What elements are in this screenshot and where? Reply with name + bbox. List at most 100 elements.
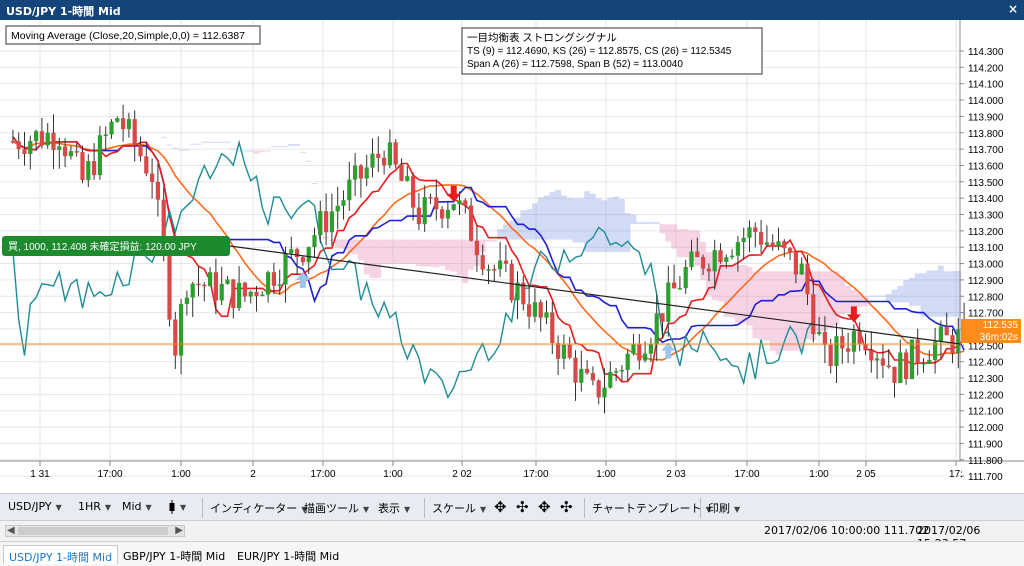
bear-candle — [324, 211, 329, 233]
bull-candle — [260, 294, 265, 297]
scroll-right-icon[interactable]: ▶ — [175, 525, 183, 536]
expand-horizontal-icon[interactable]: ✥ — [494, 498, 507, 516]
bear-candle — [503, 260, 508, 264]
bear-candle — [16, 141, 21, 150]
bear-candle — [39, 131, 44, 146]
cloud-segment — [456, 239, 463, 276]
cloud-segment — [276, 145, 283, 147]
ichimoku-info-box[interactable]: 一目均衡表 ストロングシグナル TS (9) = 112.4690, KS (2… — [461, 27, 763, 75]
time-tick-label: 2 03 — [666, 469, 686, 480]
bull-candle — [875, 358, 880, 361]
drawing-tools-menu[interactable]: 描画ツール ▼ — [304, 500, 369, 516]
price-tick-label: 112.100 — [968, 407, 1004, 418]
bull-candle — [347, 179, 352, 201]
bull-candle — [179, 304, 184, 356]
price-tick-label: 112.200 — [968, 390, 1004, 401]
cloud-segment — [439, 239, 445, 267]
time-tick-label: 2 02 — [452, 469, 472, 480]
bear-candle — [706, 268, 711, 272]
cloud-segment — [207, 141, 213, 143]
bear-candle — [399, 164, 404, 181]
bear-candle — [300, 257, 305, 263]
bear-candle — [915, 339, 920, 364]
chevron-down-icon: ▼ — [180, 503, 187, 512]
bear-candle — [718, 250, 723, 262]
scale-menu[interactable]: スケール ▼ — [432, 500, 486, 516]
bear-candle — [440, 209, 445, 219]
price-type-dropdown[interactable]: Mid ▼ — [122, 500, 152, 513]
scroll-thumb[interactable] — [18, 527, 168, 535]
bull-candle — [225, 279, 230, 284]
cloud-segment — [793, 271, 799, 351]
chart-template-menu[interactable]: チャートテンプレート ▼ — [592, 500, 712, 516]
compress-vertical-icon[interactable]: ✣ — [560, 498, 573, 516]
tab-eurjpy[interactable]: EUR/JPY 1-時間 Mid — [232, 545, 344, 564]
timeframe-label: 1HR — [78, 500, 101, 513]
chevron-down-icon: ▼ — [480, 505, 487, 514]
cloud-segment — [590, 193, 596, 252]
indicator-info-box[interactable]: Moving Average (Close,20,Simple,0,0) = 1… — [5, 25, 261, 45]
cloud-segment — [398, 239, 405, 265]
price-tick-label: 113.900 — [968, 112, 1004, 123]
scroll-left-icon[interactable]: ◀ — [7, 525, 15, 536]
indicators-menu[interactable]: インディケーター ▼ — [210, 500, 307, 516]
bear-candle — [590, 373, 595, 381]
bull-candle — [602, 387, 607, 398]
symbol-dropdown[interactable]: USD/JPY ▼ — [8, 500, 62, 513]
bear-candle — [254, 291, 259, 297]
ichimoku-line2: Span A (26) = 112.7598, Span B (52) = 11… — [467, 59, 683, 70]
cloud-segment — [416, 239, 422, 266]
bull-candle — [34, 131, 39, 142]
cloud-segment — [334, 239, 341, 248]
ichimoku-line1: TS (9) = 112.4690, KS (26) = 112.8575, C… — [467, 46, 732, 57]
compress-horizontal-icon[interactable]: ✣ — [516, 498, 529, 516]
time-tick-label: 17:00 — [97, 469, 122, 480]
time-tick-label: 2 05 — [856, 469, 876, 480]
drawing-tools-label: 描画ツール — [304, 502, 359, 515]
chart-toolbar: USD/JPY ▼ 1HR ▼ Mid ▼ ▼ インディケーター ▼ 描画ツール ▼ 表示… — [0, 493, 1024, 521]
bull-candle — [445, 209, 450, 219]
chart-area[interactable]: 114.300 114.200 114.100 114.000 113.900 113.8… — [0, 20, 1024, 493]
bull-candle — [318, 211, 323, 236]
cloud-segment — [682, 229, 689, 258]
price-tick-label: 113.800 — [968, 129, 1004, 140]
cloud-segment — [311, 183, 318, 185]
bear-candle — [770, 242, 775, 247]
expand-vertical-icon[interactable]: ✥ — [538, 498, 551, 516]
close-icon[interactable]: × — [1008, 2, 1018, 16]
cloud-segment — [247, 150, 254, 152]
chart-type-dropdown[interactable]: ▼ — [168, 500, 186, 514]
bear-candle — [155, 181, 160, 200]
cloud-segment — [648, 222, 654, 224]
bull-candle — [712, 250, 717, 272]
bear-candle — [695, 251, 700, 258]
cloud-segment — [891, 289, 898, 303]
cloud-segment — [764, 271, 770, 341]
cloud-segment — [903, 279, 909, 303]
bull-candle — [45, 132, 50, 146]
cloud-segment — [230, 148, 237, 150]
bull-candle — [57, 146, 62, 150]
tab-gbpjpy[interactable]: GBP/JPY 1-時間 Mid — [118, 545, 230, 564]
cloud-segment — [665, 224, 672, 242]
display-menu[interactable]: 表示 ▼ — [378, 500, 410, 516]
cloud-segment — [213, 141, 219, 143]
bull-candle — [938, 326, 943, 342]
bull-candle — [643, 353, 648, 361]
bear-candle — [822, 331, 827, 345]
cloud-segment — [949, 271, 956, 317]
bull-candle — [109, 121, 114, 135]
cloud-segment — [914, 273, 921, 306]
cloud-segment — [636, 222, 643, 224]
bear-candle — [416, 207, 421, 225]
timeframe-dropdown[interactable]: 1HR ▼ — [78, 500, 111, 513]
cloud-segment — [485, 239, 492, 242]
horizontal-scrollbar[interactable]: ◀ ▶ — [5, 525, 185, 537]
candlestick-icon — [169, 500, 175, 514]
bull-candle — [277, 284, 282, 287]
print-menu[interactable]: 印刷 ▼ — [708, 500, 740, 516]
bull-candle — [724, 257, 729, 262]
time-tick-label: 17: — [949, 469, 963, 480]
price-tick-label: 112.300 — [968, 374, 1004, 385]
tab-usdjpy[interactable]: USD/JPY 1-時間 Mid — [3, 545, 119, 564]
